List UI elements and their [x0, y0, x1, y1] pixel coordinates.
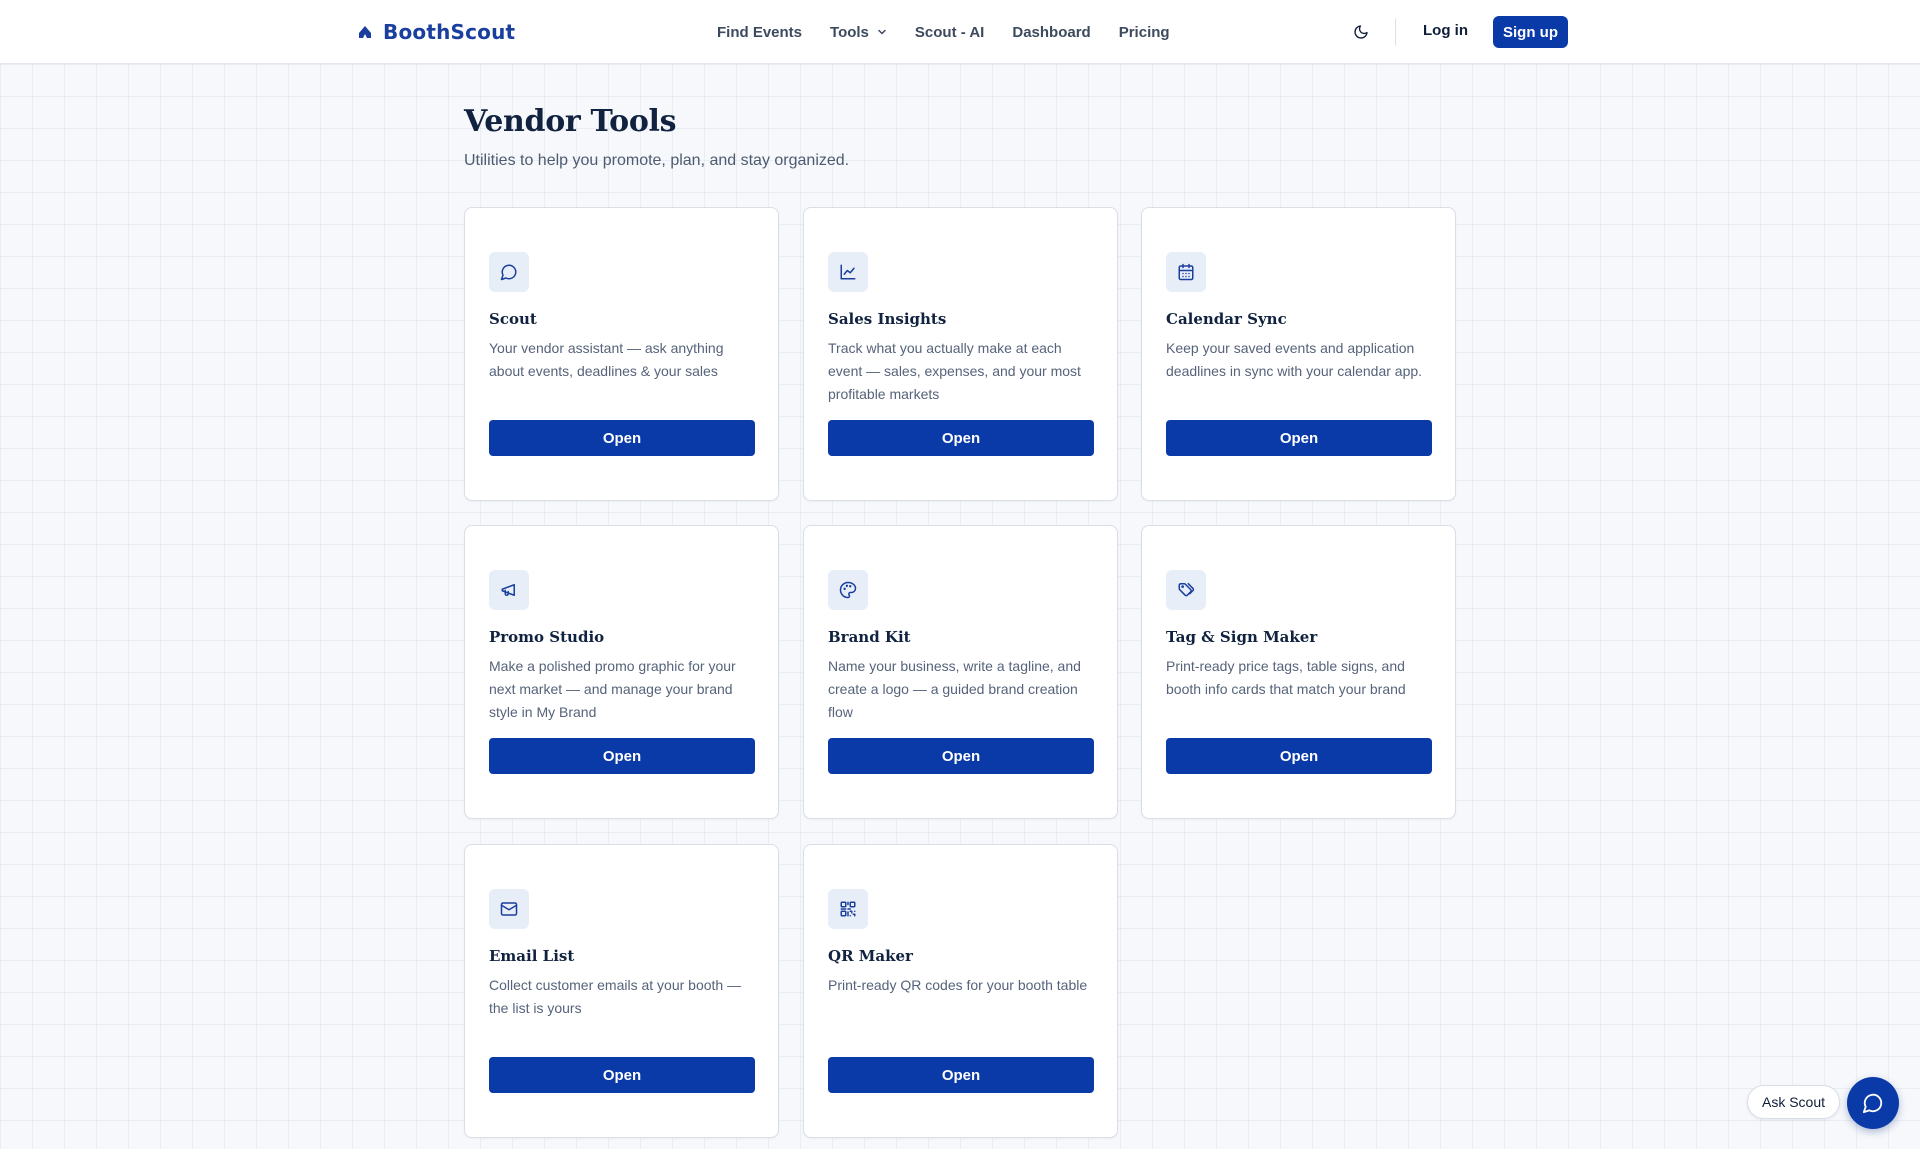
line-chart-icon [828, 252, 868, 292]
nav-label: Tools [830, 23, 869, 41]
brand-name: BoothScout [383, 20, 516, 44]
open-scout-button[interactable]: Open [489, 420, 755, 456]
tool-card-sales-insights: Sales Insights Track what you actually m… [803, 207, 1118, 501]
card-description: Print-ready QR codes for your booth tabl… [828, 977, 1088, 993]
top-nav-bar: BoothScout Find Events Tools Scout - AI … [0, 0, 1920, 64]
palette-icon [828, 570, 868, 610]
chevron-down-icon [877, 27, 887, 37]
card-description: Your vendor assistant — ask anything abo… [489, 340, 724, 379]
message-circle-icon [1862, 1092, 1884, 1114]
tool-card-qr-maker: QR Maker Print-ready QR codes for your b… [803, 844, 1118, 1138]
card-description: Make a polished promo graphic for your n… [489, 658, 736, 720]
tool-card-brand-kit: Brand Kit Name your business, write a ta… [803, 525, 1118, 819]
nav-label: Find Events [717, 23, 803, 41]
card-description: Name your business, write a tagline, and… [828, 658, 1081, 720]
nav-scout-ai[interactable]: Scout - AI [915, 24, 984, 41]
card-title: QR Maker [828, 947, 913, 965]
card-description: Keep your saved events and application d… [1166, 340, 1423, 379]
page-title: Vendor Tools [464, 104, 677, 139]
nav-label: Scout - AI [914, 23, 985, 41]
open-brand-kit-button[interactable]: Open [828, 738, 1094, 774]
ask-scout-button[interactable]: Ask Scout [1747, 1085, 1840, 1119]
message-circle-icon [489, 252, 529, 292]
brand-logo[interactable]: BoothScout [357, 18, 515, 46]
tool-card-tag-sign-maker: Tag & Sign Maker Print-ready price tags,… [1141, 525, 1456, 819]
nav-label: Pricing [1118, 23, 1170, 41]
signup-button[interactable]: Sign up [1493, 16, 1568, 48]
mail-icon [489, 889, 529, 929]
open-sales-insights-button[interactable]: Open [828, 420, 1094, 456]
card-title: Brand Kit [828, 628, 911, 646]
theme-toggle-button[interactable] [1349, 20, 1373, 44]
open-calendar-sync-button[interactable]: Open [1166, 420, 1432, 456]
card-description: Track what you actually make at each eve… [828, 340, 1081, 402]
chat-launcher-button[interactable] [1847, 1077, 1899, 1129]
card-title: Calendar Sync [1166, 310, 1287, 328]
open-tag-sign-maker-button[interactable]: Open [1166, 738, 1432, 774]
card-title: Email List [489, 947, 575, 965]
tool-card-scout: Scout Your vendor assistant — ask anythi… [464, 207, 779, 501]
moon-icon [1353, 24, 1369, 40]
nav-dashboard[interactable]: Dashboard [1012, 24, 1090, 41]
nav-pricing[interactable]: Pricing [1119, 24, 1170, 41]
card-title: Promo Studio [489, 628, 605, 646]
open-promo-studio-button[interactable]: Open [489, 738, 755, 774]
nav-tools[interactable]: Tools [830, 24, 887, 41]
tags-icon [1166, 570, 1206, 610]
open-qr-maker-button[interactable]: Open [828, 1057, 1094, 1093]
card-title: Tag & Sign Maker [1166, 628, 1318, 646]
header-divider [1395, 18, 1396, 46]
tool-card-email-list: Email List Collect customer emails at yo… [464, 844, 779, 1138]
main-nav: Find Events Tools Scout - AI Dashboard P… [717, 20, 1170, 44]
nav-find-events[interactable]: Find Events [717, 24, 802, 41]
tool-card-promo-studio: Promo Studio Make a polished promo graph… [464, 525, 779, 819]
tent-icon [357, 24, 373, 40]
login-link[interactable]: Log in [1423, 22, 1468, 39]
card-description: Collect customer emails at your booth — … [489, 977, 742, 1016]
qr-code-icon [828, 889, 868, 929]
card-title: Sales Insights [828, 310, 947, 328]
card-title: Scout [489, 310, 537, 328]
calendar-icon [1166, 252, 1206, 292]
card-description: Print-ready price tags, table signs, and… [1166, 658, 1406, 697]
megaphone-icon [489, 570, 529, 610]
tool-card-calendar-sync: Calendar Sync Keep your saved events and… [1141, 207, 1456, 501]
open-email-list-button[interactable]: Open [489, 1057, 755, 1093]
page-subtitle: Utilities to help you promote, plan, and… [464, 152, 850, 169]
nav-label: Dashboard [1012, 23, 1091, 41]
